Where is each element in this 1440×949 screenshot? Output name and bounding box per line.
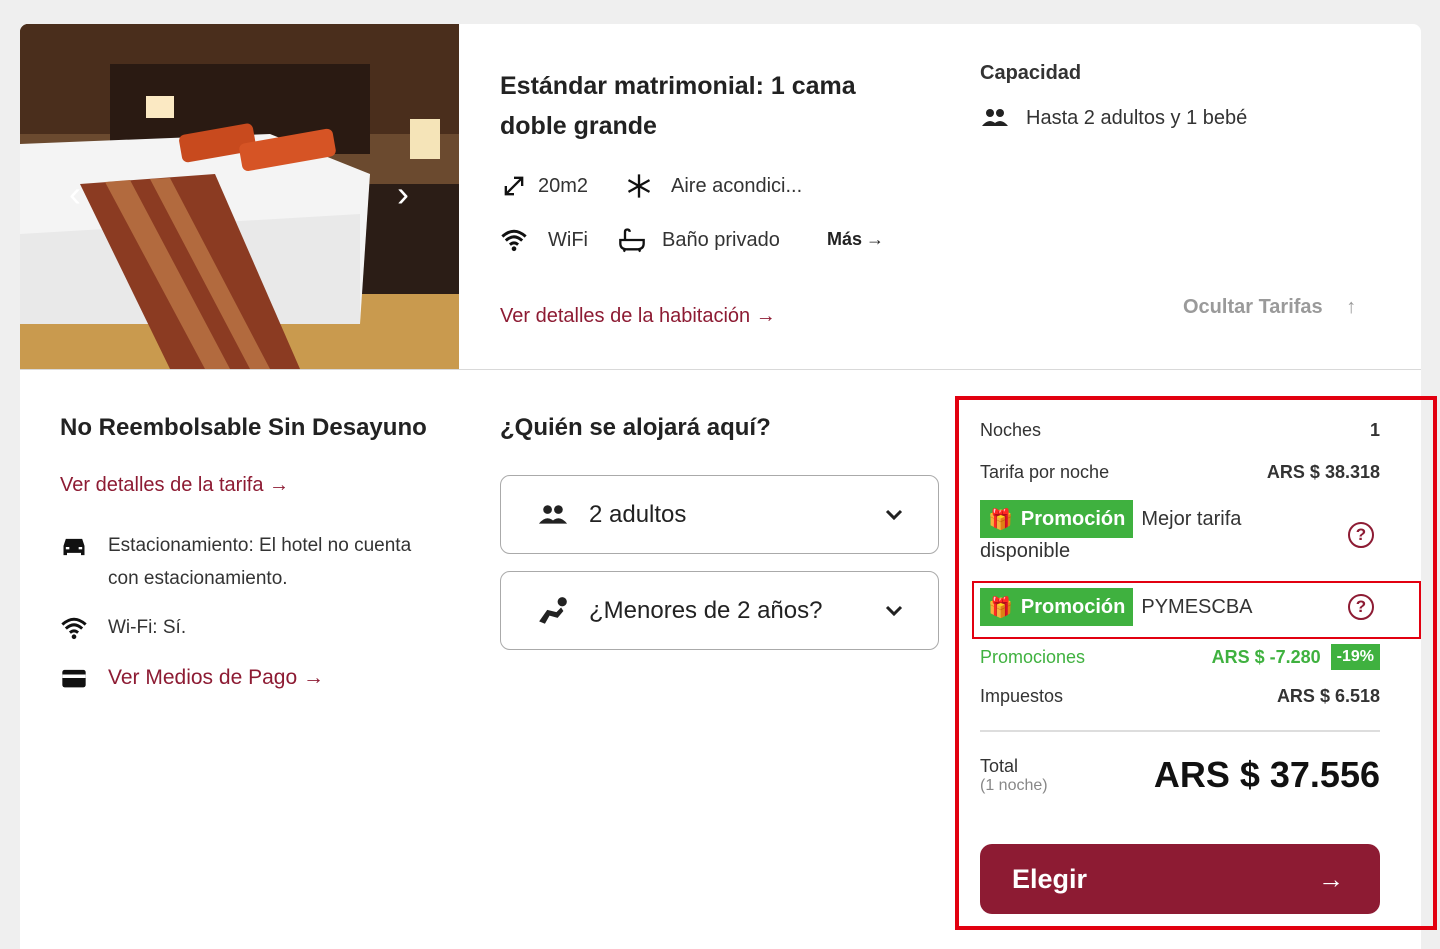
children-select[interactable]: ¿Menores de 2 años? [500, 571, 939, 650]
guests-title: ¿Quién se alojará aquí? [500, 414, 771, 441]
chevron-right-icon[interactable]: › [388, 176, 418, 212]
people-icon [538, 504, 568, 524]
amenity-ac: Aire acondici... [625, 172, 802, 200]
adults-select-value: 2 adultos [589, 500, 687, 528]
amenity-bath-label: Baño privado [662, 228, 780, 251]
amenity-wifi: WiFi [500, 226, 588, 254]
rate-title: No Reembolsable Sin Desayuno [60, 414, 427, 441]
hide-rates-label: Ocultar Tarifas [1183, 296, 1323, 318]
rate-details-link[interactable]: Ver detalles de la tarifa → [60, 474, 289, 497]
amenity-ac-label: Aire acondici... [671, 174, 803, 197]
amenity-bath: Baño privado [618, 226, 780, 254]
room-details-link[interactable]: Ver detalles de la habitación → [500, 305, 776, 328]
room-size-label: 20m2 [538, 174, 589, 197]
room-size: 20m2 [500, 172, 588, 200]
room-title: Estándar matrimonial: 1 cama doble grand… [500, 72, 856, 140]
capacity-label: Hasta 2 adultos y 1 bebé [1026, 106, 1248, 129]
snowflake-icon [627, 174, 651, 198]
payment-methods-link[interactable]: Ver Medios de Pago → [60, 661, 324, 694]
payment-methods-label: Ver Medios de Pago [108, 666, 298, 689]
chevron-left-icon[interactable]: ‹ [60, 176, 90, 212]
arrow-up-icon: ↑ [1346, 296, 1357, 318]
hide-rates-button[interactable]: Ocultar Tarifas ↑ [1183, 296, 1356, 319]
section-divider [20, 369, 1421, 370]
people-icon [982, 109, 1008, 126]
policy-parking-label: Estacionamiento: El hotel no cuenta con … [108, 535, 412, 589]
car-icon [63, 538, 85, 556]
more-amenities-label: Más [827, 229, 863, 249]
room-photo: ‹ › [20, 24, 459, 369]
arrow-right-icon: → [750, 305, 776, 327]
arrow-right-icon: → [297, 666, 324, 689]
chevron-down-icon [885, 605, 903, 616]
baby-icon [539, 596, 567, 624]
children-select-value: ¿Menores de 2 años? [589, 596, 823, 624]
bathtub-icon [619, 228, 645, 253]
highlight-box-promo [972, 581, 1421, 639]
more-amenities-link[interactable]: Más → [827, 229, 884, 250]
card-icon [62, 669, 86, 688]
adults-select[interactable]: 2 adultos [500, 475, 939, 554]
chevron-down-icon [885, 509, 903, 520]
wifi-icon [61, 617, 87, 640]
arrow-right-icon: → [263, 474, 290, 496]
policy-wifi: Wi-Fi: Sí. [60, 611, 186, 644]
rate-details-label: Ver detalles de la tarifa [60, 474, 264, 496]
highlight-box [955, 396, 1437, 930]
room-details-label: Ver detalles de la habitación [500, 305, 751, 327]
arrow-right-icon: → [866, 229, 885, 249]
resize-icon [504, 176, 524, 196]
capacity-title: Capacidad [980, 62, 1082, 84]
wifi-icon [501, 229, 527, 252]
amenity-wifi-label: WiFi [548, 228, 588, 251]
capacity-info: Hasta 2 adultos y 1 bebé [980, 106, 1247, 130]
policy-parking: Estacionamiento: El hotel no cuenta con … [60, 529, 440, 595]
policy-wifi-label: Wi-Fi: Sí. [108, 617, 187, 638]
